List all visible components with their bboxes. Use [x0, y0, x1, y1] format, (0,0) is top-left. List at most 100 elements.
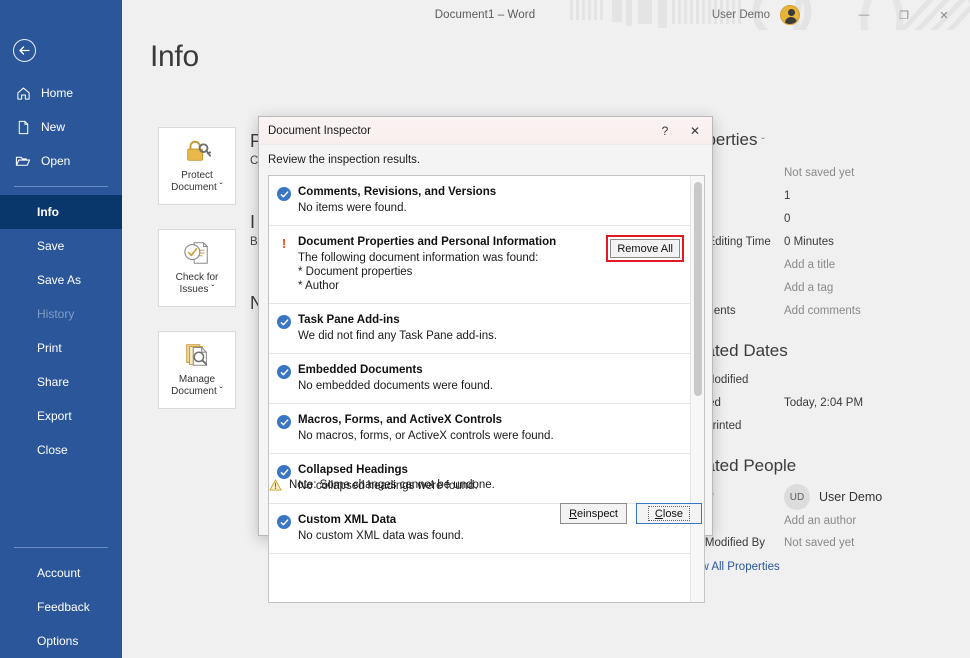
- property-row-title[interactable]: Title Add a title: [680, 254, 970, 277]
- help-button[interactable]: ?: [650, 118, 680, 144]
- property-row-size: Size Not saved yet: [680, 162, 970, 185]
- sidebar-item-feedback[interactable]: Feedback: [0, 590, 122, 624]
- close-accesskey: C: [654, 507, 663, 520]
- results-inner: Comments, Revisions, and Versions No ite…: [269, 176, 691, 554]
- sidebar-label-feedback: Feedback: [37, 600, 90, 614]
- property-row-tags[interactable]: Tags Add a tag: [680, 277, 970, 300]
- author-row: Author UD User Demo: [680, 484, 970, 510]
- result-desc: No macros, forms, or ActiveX controls we…: [298, 429, 681, 443]
- sidebar-item-open[interactable]: Open: [0, 144, 122, 178]
- dialog-title: Document Inspector: [268, 124, 371, 137]
- result-item: Task Pane Add-ins We did not find any Ta…: [269, 304, 691, 354]
- protect-document-button[interactable]: Protect Document ˇ: [158, 127, 236, 205]
- remove-all-button[interactable]: Remove All: [610, 239, 680, 258]
- sidebar-label-history: History: [37, 307, 75, 321]
- sidebar-item-info[interactable]: Info: [0, 195, 122, 229]
- reinspect-label-rest: einspect: [577, 507, 618, 520]
- close-label-rest: lose: [662, 507, 684, 520]
- show-all-properties-link[interactable]: Show All Properties: [680, 561, 970, 573]
- result-desc-line: No macros, forms, or ActiveX controls we…: [298, 430, 554, 442]
- user-avatar-icon[interactable]: [780, 5, 800, 25]
- chevron-down-icon[interactable]: ˇ: [761, 137, 764, 148]
- result-desc-line: No items were found.: [298, 202, 407, 214]
- properties-heading[interactable]: Properties ˇ: [680, 130, 970, 150]
- sidebar-label-account: Account: [37, 566, 81, 580]
- close-icon[interactable]: ✕: [680, 118, 710, 144]
- minimize-button[interactable]: —: [844, 0, 884, 30]
- page-icon: [14, 118, 32, 136]
- sidebar-divider-top: [14, 186, 108, 187]
- folder-icon: [14, 152, 32, 170]
- result-desc: No embedded documents were found.: [298, 379, 681, 393]
- result-title: Macros, Forms, and ActiveX Controls: [298, 414, 503, 426]
- title-bar: Document1 – Word User Demo — ❐ ✕: [0, 0, 970, 30]
- property-row-last-modified-by: Last Modified By Not saved yet: [680, 532, 970, 555]
- property-value[interactable]: Add a tag: [784, 277, 833, 300]
- close-dialog-button[interactable]: Close: [636, 503, 702, 524]
- author-name: User Demo: [819, 490, 883, 504]
- sidebar-item-save-as[interactable]: Save As: [0, 263, 122, 297]
- sidebar-label-save: Save: [37, 239, 65, 253]
- sidebar-label-open: Open: [41, 154, 71, 168]
- property-value[interactable]: Add a title: [784, 254, 835, 277]
- properties-panel: Propertiesˇ Size Not saved yet Pages 1 W…: [680, 130, 970, 573]
- result-desc: We did not find any Task Pane add-ins.: [298, 329, 681, 343]
- reinspect-button[interactable]: Reinspect: [560, 503, 627, 524]
- sidebar-item-share[interactable]: Share: [0, 365, 122, 399]
- document-check-icon: [183, 238, 211, 268]
- dialog-note-text: Note: Some changes cannot be undone.: [289, 479, 495, 491]
- lock-key-icon: [183, 136, 211, 166]
- sidebar-item-home[interactable]: Home: [0, 76, 122, 110]
- page-title: Info: [150, 40, 199, 73]
- sidebar-label-export: Export: [37, 409, 72, 423]
- document-title: Document1 – Word: [434, 9, 536, 21]
- restore-button[interactable]: ❐: [884, 0, 924, 30]
- results-scrollbar[interactable]: [690, 176, 704, 602]
- check-circle-icon: [277, 415, 291, 429]
- document-inspector-dialog: Document Inspector ? ✕ Review the inspec…: [258, 116, 713, 603]
- sidebar-label-info: Info: [37, 205, 59, 219]
- back-arrow-icon[interactable]: [13, 39, 36, 62]
- result-item: ! Document Properties and Personal Infor…: [269, 226, 691, 304]
- warning-triangle-icon: [268, 478, 282, 492]
- sidebar-label-save-as: Save As: [37, 273, 82, 287]
- result-item: Embedded Documents No embedded documents…: [269, 354, 691, 404]
- manage-document-button[interactable]: Manage Document ˇ: [158, 331, 236, 409]
- check-for-issues-button[interactable]: Check for Issues ˇ: [158, 229, 236, 307]
- property-value: Not saved yet: [784, 167, 855, 179]
- sidebar-item-close[interactable]: Close: [0, 433, 122, 467]
- sidebar-item-export[interactable]: Export: [0, 399, 122, 433]
- exclamation-icon: !: [281, 236, 287, 251]
- sidebar-item-options[interactable]: Options: [0, 624, 122, 658]
- result-desc-line: We did not find any Task Pane add-ins.: [298, 330, 498, 342]
- sidebar-item-new[interactable]: New: [0, 110, 122, 144]
- result-desc: No items were found.: [298, 201, 681, 215]
- sidebar-label-options: Options: [37, 634, 79, 648]
- check-for-issues-label: Check for Issues ˇ: [175, 272, 219, 295]
- property-row-last-modified: Last Modified: [680, 369, 970, 392]
- home-icon: [14, 84, 32, 102]
- results-scrollbar-thumb[interactable]: [694, 182, 702, 396]
- result-title: Comments, Revisions, and Versions: [298, 186, 497, 198]
- add-author-link[interactable]: Add an author: [784, 510, 970, 532]
- titlebar-user-name[interactable]: User Demo: [712, 0, 770, 30]
- result-title: Collapsed Headings: [298, 464, 408, 476]
- property-value[interactable]: Add comments: [784, 300, 861, 323]
- property-row-comments[interactable]: Comments Add comments: [680, 300, 970, 323]
- related-people-heading: Related People: [680, 456, 797, 475]
- result-desc-line: No embedded documents were found.: [298, 380, 493, 392]
- sidebar-label-share: Share: [37, 375, 70, 389]
- inspection-results-list: Comments, Revisions, and Versions No ite…: [268, 175, 705, 603]
- close-button-focus-ring: Close: [647, 506, 691, 521]
- property-value: 1: [784, 190, 791, 202]
- sidebar-item-save[interactable]: Save: [0, 229, 122, 263]
- property-value: 0 Minutes: [784, 236, 834, 248]
- dialog-subtitle: Review the inspection results.: [268, 154, 421, 166]
- sidebar-item-print[interactable]: Print: [0, 331, 122, 365]
- property-value: Not saved yet: [784, 537, 855, 549]
- sidebar-label-home: Home: [41, 86, 74, 100]
- close-window-button[interactable]: ✕: [924, 0, 964, 30]
- protect-document-label: Protect Document ˇ: [171, 170, 223, 193]
- property-row-created: Created Today, 2:04 PM: [680, 392, 970, 415]
- sidebar-item-account[interactable]: Account: [0, 556, 122, 590]
